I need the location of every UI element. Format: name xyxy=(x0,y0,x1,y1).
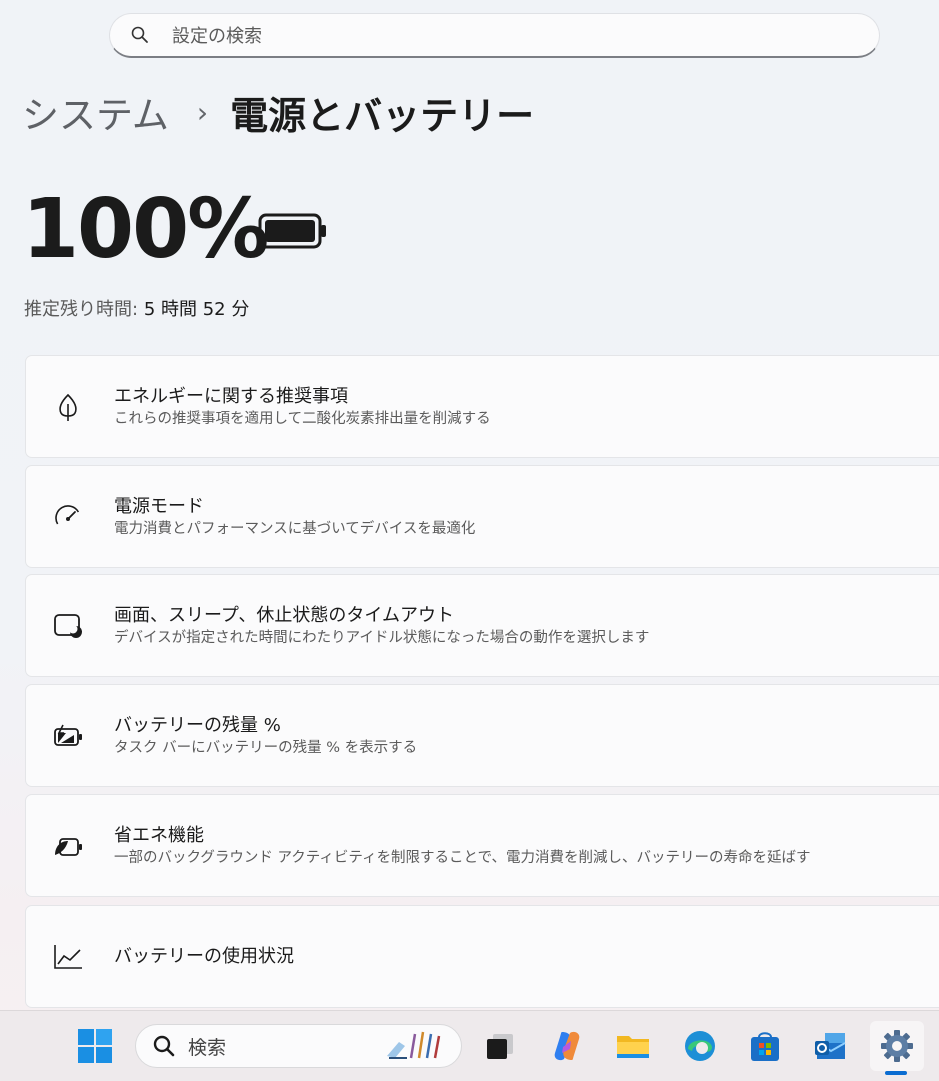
battery-charge-icon xyxy=(52,720,84,752)
card-battery-usage[interactable]: バッテリーの使用状況 xyxy=(25,905,939,1008)
leaf-icon xyxy=(52,391,84,423)
card-title: 画面、スリープ、休止状態のタイムアウト xyxy=(114,605,455,626)
battery-saver-icon xyxy=(52,830,84,862)
outlook-icon[interactable] xyxy=(811,1026,851,1066)
copilot-icon[interactable] xyxy=(547,1026,587,1066)
card-title: バッテリーの使用状況 xyxy=(114,946,294,967)
card-power-mode[interactable]: 電源モード 電力消費とパフォーマンスに基づいてデバイスを最適化 xyxy=(25,465,939,568)
settings-search-box[interactable]: 設定の検索 xyxy=(109,13,880,58)
card-energy-saver[interactable]: 省エネ機能 一部のバックグラウンド アクティビティを制限することで、電力消費を削… xyxy=(25,794,939,897)
card-title: 省エネ機能 xyxy=(114,825,204,846)
edge-icon[interactable] xyxy=(680,1026,720,1066)
estimated-time-value: 5 時間 52 分 xyxy=(143,299,250,320)
search-icon xyxy=(153,1035,175,1057)
card-description: 電力消費とパフォーマンスに基づいてデバイスを最適化 xyxy=(114,521,476,537)
card-description: これらの推奨事項を適用して二酸化炭素排出量を削減する xyxy=(114,411,491,427)
search-highlight-icon xyxy=(387,1031,441,1059)
card-title: 電源モード xyxy=(114,496,204,517)
taskbar-search-label: 検索 xyxy=(188,1036,227,1059)
breadcrumb-separator: › xyxy=(196,95,209,129)
settings-icon[interactable] xyxy=(870,1021,924,1071)
start-icon[interactable] xyxy=(75,1026,115,1066)
battery-percentage: 100% xyxy=(22,182,269,277)
sleep-icon xyxy=(52,610,84,642)
search-placeholder: 設定の検索 xyxy=(172,26,262,47)
store-icon[interactable] xyxy=(745,1026,785,1066)
taskbar: 検索 xyxy=(0,1010,939,1081)
card-description: デバイスが指定された時間にわたりアイドル状態になった場合の動作を選択します xyxy=(114,630,650,646)
card-description: タスク バーにバッテリーの残量 % を表示する xyxy=(114,740,418,756)
estimated-time: 推定残り時間: 5 時間 52 分 xyxy=(24,295,249,321)
card-battery-percentage[interactable]: バッテリーの残量 % タスク バーにバッテリーの残量 % を表示する xyxy=(25,684,939,787)
card-title: エネルギーに関する推奨事項 xyxy=(114,386,348,407)
page-title: 電源とバッテリー xyxy=(230,93,535,138)
card-title: バッテリーの残量 % xyxy=(114,715,281,736)
battery-icon xyxy=(258,213,326,249)
breadcrumb-parent[interactable]: システム xyxy=(22,85,169,139)
card-description: 一部のバックグラウンド アクティビティを制限することで、電力消費を削減し、バッテ… xyxy=(114,850,811,866)
task-view-icon[interactable] xyxy=(480,1026,520,1066)
active-app-indicator xyxy=(885,1071,907,1075)
search-icon xyxy=(131,26,148,43)
card-screen-sleep-timeout[interactable]: 画面、スリープ、休止状態のタイムアウト デバイスが指定された時間にわたりアイドル… xyxy=(25,574,939,677)
usage-chart-icon xyxy=(52,941,84,973)
card-energy-recommendations[interactable]: エネルギーに関する推奨事項 これらの推奨事項を適用して二酸化炭素排出量を削減する xyxy=(25,355,939,458)
estimated-time-label: 推定残り時間: xyxy=(24,299,139,320)
file-explorer-icon[interactable] xyxy=(613,1026,653,1066)
gauge-icon xyxy=(52,501,84,533)
breadcrumb: システム › 電源とバッテリー xyxy=(22,82,534,142)
taskbar-search[interactable]: 検索 xyxy=(135,1024,462,1068)
